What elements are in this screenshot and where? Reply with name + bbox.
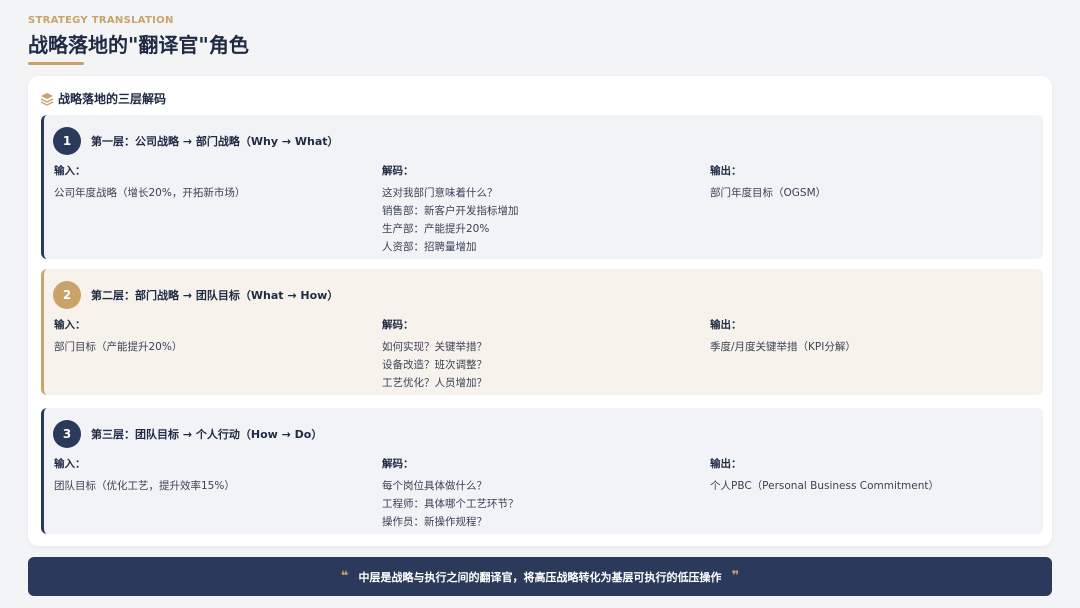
input-column: 输入： 公司年度战略（增长20%，开拓新市场） <box>54 163 354 202</box>
decode-line: 这对我部门意味着什么？ <box>382 187 498 199</box>
input-column: 输入： 团队目标（优化工艺，提升效率15%） <box>54 456 354 495</box>
decode-line: 人资部：招聘量增加 <box>382 241 477 253</box>
output-label: 输出： <box>710 319 742 331</box>
decode-line: 每个岗位具体做什么？ <box>382 480 487 492</box>
footer-quote-banner: ❝ 中层是战略与执行之间的翻译官，将高压战略转化为基层可执行的低压操作 ❞ <box>28 557 1052 596</box>
decode-label: 解码： <box>382 319 414 331</box>
layer-number-badge: 3 <box>53 420 81 448</box>
close-quote-icon: ❞ <box>731 569 740 584</box>
decode-line: 操作员：新操作规程？ <box>382 516 487 528</box>
eyebrow-label: STRATEGY TRANSLATION <box>28 15 174 26</box>
decode-label: 解码： <box>382 458 414 470</box>
input-column: 输入： 部门目标（产能提升20%） <box>54 317 354 356</box>
page-title: 战略落地的"翻译官"角色 <box>28 33 249 57</box>
decode-line: 工艺优化？人员增加？ <box>382 377 487 389</box>
input-label: 输入： <box>54 458 86 470</box>
layer-number-badge: 2 <box>53 281 81 309</box>
layer-card-2: 2 第二层：部门战略 → 团队目标（What → How） 输入： 部门目标（产… <box>41 269 1043 395</box>
layer-title: 第三层：团队目标 → 个人行动（How → Do） <box>91 428 323 441</box>
decode-line: 生产部：产能提升20% <box>382 223 490 235</box>
title-underline <box>28 62 84 65</box>
decode-line: 销售部：新客户开发指标增加 <box>382 205 519 217</box>
output-column: 输出： 部门年度目标（OGSM） <box>710 163 1010 202</box>
output-label: 输出： <box>710 458 742 470</box>
output-label: 输出： <box>710 165 742 177</box>
decode-line: 工程师：具体哪个工艺环节？ <box>382 498 519 510</box>
panel-header: 战略落地的三层解码 <box>40 90 166 107</box>
output-text: 季度/月度关键举措（KPI分解） <box>710 341 856 353</box>
layer-number-badge: 1 <box>53 127 81 155</box>
footer-text: 中层是战略与执行之间的翻译官，将高压战略转化为基层可执行的低压操作 <box>358 570 722 584</box>
panel-heading: 战略落地的三层解码 <box>58 92 167 106</box>
decode-column: 解码： 如何实现？关键举措？ 设备改造？班次调整？ 工艺优化？人员增加？ <box>382 317 682 392</box>
layer-card-1: 1 第一层：公司战略 → 部门战略（Why → What） 输入： 公司年度战略… <box>41 115 1043 259</box>
output-column: 输出： 个人PBC（Personal Business Commitment） <box>710 456 1010 495</box>
output-text: 个人PBC（Personal Business Commitment） <box>710 480 940 492</box>
input-label: 输入： <box>54 165 86 177</box>
decode-panel: 战略落地的三层解码 1 第一层：公司战略 → 部门战略（Why → What） … <box>28 76 1052 546</box>
input-label: 输入： <box>54 319 86 331</box>
layer-title: 第一层：公司战略 → 部门战略（Why → What） <box>91 135 339 148</box>
decode-column: 解码： 这对我部门意味着什么？ 销售部：新客户开发指标增加 生产部：产能提升20… <box>382 163 682 256</box>
output-text: 部门年度目标（OGSM） <box>710 187 827 199</box>
decode-label: 解码： <box>382 165 414 177</box>
layer-title: 第二层：部门战略 → 团队目标（What → How） <box>91 289 339 302</box>
decode-line: 设备改造？班次调整？ <box>382 359 487 371</box>
open-quote-icon: ❝ <box>340 569 349 584</box>
layers-icon <box>40 92 54 106</box>
layer-card-3: 3 第三层：团队目标 → 个人行动（How → Do） 输入： 团队目标（优化工… <box>41 408 1043 534</box>
output-column: 输出： 季度/月度关键举措（KPI分解） <box>710 317 1010 356</box>
decode-line: 如何实现？关键举措？ <box>382 341 487 353</box>
decode-column: 解码： 每个岗位具体做什么？ 工程师：具体哪个工艺环节？ 操作员：新操作规程？ <box>382 456 682 531</box>
input-text: 公司年度战略（增长20%，开拓新市场） <box>54 187 246 199</box>
input-text: 团队目标（优化工艺，提升效率15%） <box>54 480 235 492</box>
input-text: 部门目标（产能提升20%） <box>54 341 183 353</box>
